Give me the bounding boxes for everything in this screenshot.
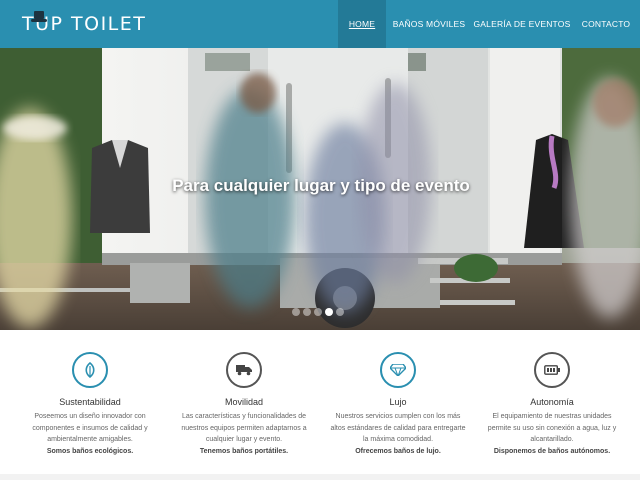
battery-icon: [534, 352, 570, 388]
nav-menu: HOME BAÑOS MÓVILES GALERÍA DE EVENTOS CO…: [338, 0, 640, 48]
diamond-icon: [380, 352, 416, 388]
feature-title: Movilidad: [224, 397, 264, 407]
slider-dot[interactable]: [314, 308, 322, 316]
feature-description: Poseemos un diseño innovador con compone…: [20, 411, 160, 457]
page-bottom-band: [0, 474, 640, 480]
feature-description: Las características y funcionalidades de…: [174, 411, 314, 457]
slider-dot-active[interactable]: [325, 308, 333, 316]
feature-title: Lujo: [389, 397, 407, 407]
nav-item-galeria-de-eventos[interactable]: GALERÍA DE EVENTOS: [472, 0, 572, 48]
features-section: Sustentabilidad Poseemos un diseño innov…: [0, 330, 640, 475]
feature-highlight: Tenemos baños portátiles.: [199, 447, 289, 455]
top-hat-icon: [31, 11, 47, 22]
feature-description: Nuestros servicios cumplen con los más a…: [328, 411, 468, 457]
slider-dot[interactable]: [292, 308, 300, 316]
hero-slider: Para cualquier lugar y tipo de evento: [0, 48, 640, 330]
truck-icon: [226, 352, 262, 388]
slider-dot[interactable]: [336, 308, 344, 316]
feature-title: Autonomía: [530, 397, 574, 407]
leaf-icon: [72, 352, 108, 388]
nav-item-contacto[interactable]: CONTACTO: [572, 0, 640, 48]
hero-title: Para cualquier lugar y tipo de evento: [172, 176, 470, 195]
nav-item-banos-moviles[interactable]: BAÑOS MÓVILES: [386, 0, 472, 48]
feature-highlight: Ofrecemos baños de lujo.: [355, 447, 441, 455]
feature-description: El equipamiento de nuestras unidades per…: [482, 411, 622, 457]
slider-dot[interactable]: [303, 308, 311, 316]
feature-highlight: Somos baños ecológicos.: [46, 447, 134, 455]
feature-title: Sustentabilidad: [59, 397, 121, 407]
slider-dots: [292, 308, 344, 316]
top-nav: TUP TOILET HOME BAÑOS MÓVILES GALERÍA DE…: [0, 0, 640, 48]
feature-highlight: Disponemos de baños autónomos.: [493, 447, 611, 455]
brand-logo[interactable]: TUP TOILET: [22, 10, 146, 38]
nav-item-home[interactable]: HOME: [338, 0, 386, 48]
